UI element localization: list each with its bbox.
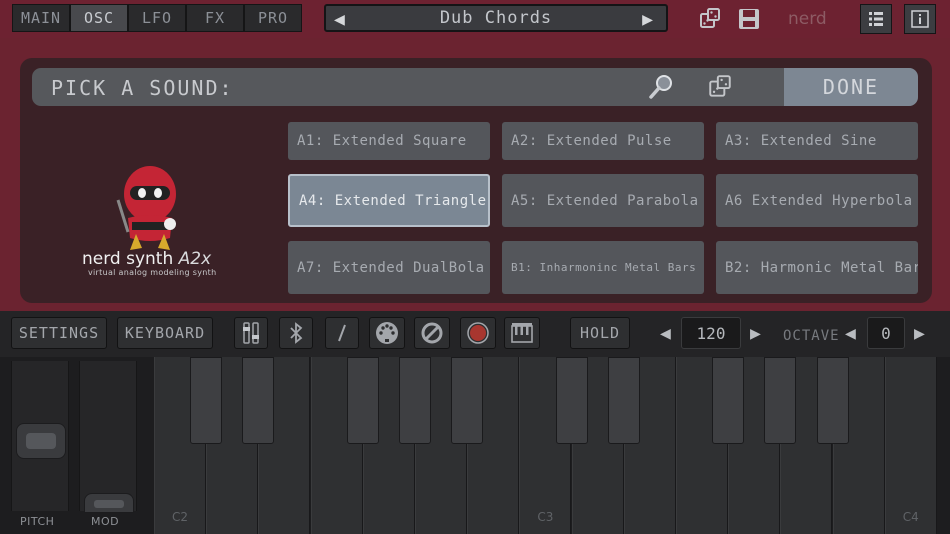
mod-label: MOD — [91, 515, 120, 528]
tab-fx[interactable]: FX — [186, 4, 244, 32]
next-preset-icon[interactable]: ▶ — [642, 9, 654, 30]
control-bar: SETTINGS KEYBOARD HOLD ◀ 120 ▶ OCTAVE ◀ … — [0, 311, 950, 357]
settings-button[interactable]: SETTINGS — [11, 317, 107, 349]
note-label: C4 — [902, 510, 919, 524]
pitch-label: PITCH — [20, 515, 55, 528]
sound-button-a1[interactable]: A1: Extended Square — [288, 122, 490, 160]
hold-button[interactable]: HOLD — [570, 317, 630, 349]
black-key[interactable] — [555, 357, 588, 444]
arpeggiator-button[interactable] — [504, 317, 540, 349]
record-icon — [467, 322, 489, 344]
mixer-slider-button[interactable] — [234, 317, 268, 349]
black-key[interactable] — [190, 357, 223, 444]
octave-increase-icon[interactable]: ▶ — [914, 323, 925, 344]
logo-suffix: A2x — [178, 249, 212, 269]
tab-osc[interactable]: OSC — [70, 4, 128, 32]
sound-button-b2[interactable]: B2: Harmonic Metal Bars — [716, 241, 918, 294]
black-key[interactable] — [764, 357, 797, 444]
note-label: C3 — [537, 510, 554, 524]
pitch-wheel[interactable] — [11, 361, 69, 511]
tab-bar: MAIN OSC LFO FX PRO — [12, 4, 302, 32]
tempo-display[interactable]: 120 — [681, 317, 741, 349]
performance-area: PITCH MOD C2 C3 C4 — [0, 357, 950, 534]
sound-button-a5[interactable]: A5: Extended Parabola — [502, 174, 704, 227]
previous-preset-icon[interactable]: ◀ — [334, 9, 346, 30]
sound-button-b1[interactable]: B1: Inharmoninc Metal Bars — [502, 241, 704, 294]
octave-decrease-icon[interactable]: ◀ — [845, 323, 856, 344]
pitch-wheel-handle[interactable] — [16, 423, 66, 459]
logo-name: nerd synth — [82, 249, 174, 269]
nerd-synth-logo-text: nerd synth A2x — [82, 249, 211, 269]
menu-grid-button[interactable] — [860, 4, 892, 34]
tempo-decrease-icon[interactable]: ◀ — [660, 323, 671, 344]
octave-label: OCTAVE — [783, 328, 840, 344]
piano-keyboard[interactable]: C2 C3 C4 — [154, 357, 950, 534]
sound-button-a6[interactable]: A6 Extended Hyperbola — [716, 174, 918, 227]
sound-picker-panel: PICK A SOUND: DONE nerd synth A2x virtua… — [20, 58, 932, 303]
keyboard-button[interactable]: KEYBOARD — [117, 317, 213, 349]
midi-button[interactable] — [369, 317, 405, 349]
note-label: C2 — [171, 510, 188, 524]
info-icon — [911, 10, 929, 28]
edit-pen-button[interactable] — [325, 317, 359, 349]
tempo-increase-icon[interactable]: ▶ — [750, 323, 761, 344]
midi-icon — [376, 322, 398, 344]
search-icon[interactable] — [646, 72, 676, 106]
sound-button-a4[interactable]: A4: Extended Triangle — [288, 174, 490, 227]
tab-main[interactable]: MAIN — [12, 4, 70, 32]
pen-icon — [338, 324, 346, 342]
sound-picker-header: PICK A SOUND: DONE — [32, 68, 918, 106]
white-key[interactable]: C4 — [884, 357, 937, 534]
top-bar: MAIN OSC LFO FX PRO ◀ Dub Chords ▶ nerd — [0, 0, 950, 38]
bluetooth-icon — [290, 322, 303, 344]
preset-selector: ◀ Dub Chords ▶ — [324, 4, 668, 32]
black-key[interactable] — [346, 357, 379, 444]
dice-icon[interactable] — [696, 5, 724, 33]
bluetooth-button[interactable] — [279, 317, 313, 349]
octave-display[interactable]: 0 — [867, 317, 905, 349]
black-key[interactable] — [451, 357, 484, 444]
tab-pro[interactable]: PRO — [244, 4, 302, 32]
mute-button[interactable] — [414, 317, 450, 349]
grid-icon — [869, 12, 883, 26]
info-button[interactable] — [904, 4, 936, 34]
mod-wheel-handle[interactable] — [84, 493, 134, 513]
sound-button-a7[interactable]: A7: Extended DualBola — [288, 241, 490, 294]
black-key[interactable] — [607, 357, 640, 444]
random-sound-dice-icon[interactable] — [706, 74, 734, 104]
done-button[interactable]: DONE — [784, 68, 918, 106]
black-key[interactable] — [816, 357, 849, 444]
tab-lfo[interactable]: LFO — [128, 4, 186, 32]
sound-button-a2[interactable]: A2: Extended Pulse — [502, 122, 704, 160]
black-key[interactable] — [242, 357, 275, 444]
record-button[interactable] — [460, 317, 496, 349]
preset-name[interactable]: Dub Chords — [440, 8, 552, 28]
nerd-logo: nerd — [788, 9, 827, 29]
logo-subtitle: virtual analog modeling synth — [88, 268, 217, 277]
pick-sound-title: PICK A SOUND: — [51, 76, 234, 100]
piano-icon — [511, 323, 533, 343]
mod-wheel[interactable] — [79, 361, 137, 513]
slider-icon — [243, 322, 259, 344]
black-key[interactable] — [712, 357, 745, 444]
sound-button-a3[interactable]: A3: Extended Sine — [716, 122, 918, 160]
block-icon — [421, 322, 443, 344]
black-key[interactable] — [399, 357, 431, 444]
save-floppy-icon[interactable] — [735, 5, 763, 33]
